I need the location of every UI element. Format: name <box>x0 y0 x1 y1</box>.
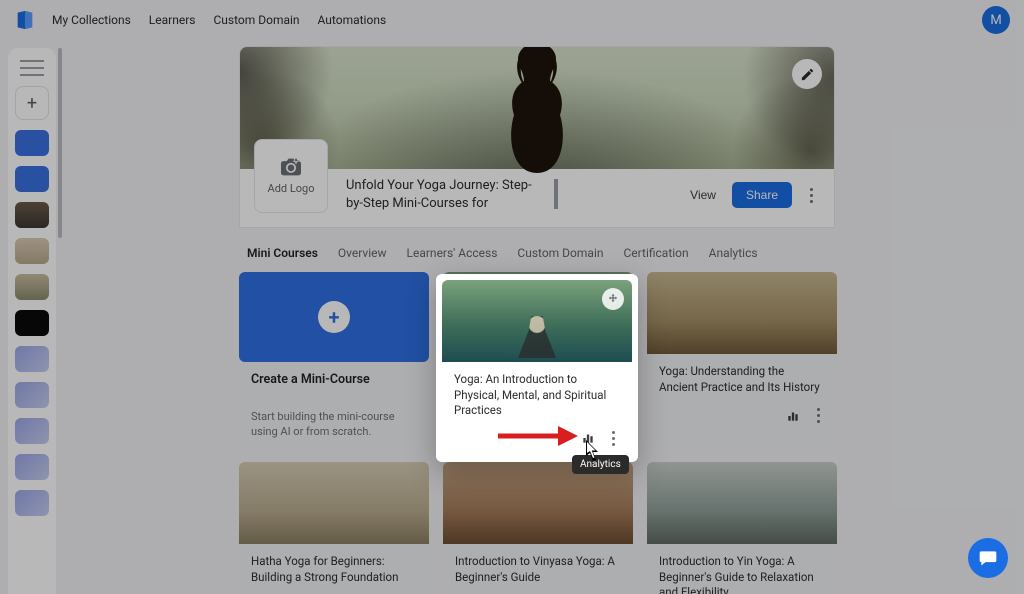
user-avatar[interactable]: M <box>982 6 1010 34</box>
analytics-icon[interactable] <box>785 409 801 423</box>
nav-link-learners[interactable]: Learners <box>149 13 196 27</box>
pencil-icon <box>800 67 815 82</box>
share-button[interactable]: Share <box>732 182 792 208</box>
sidebar-thumb[interactable] <box>15 382 49 408</box>
annotation-arrow <box>498 424 578 448</box>
course-title: Hatha Yoga for Beginners: Building a Str… <box>251 554 417 586</box>
course-thumbnail <box>647 462 837 544</box>
course-title: Introduction to Vinyasa Yoga: A Beginner… <box>455 554 621 586</box>
add-logo-label: Add Logo <box>268 182 315 195</box>
chat-fab-button[interactable] <box>968 538 1008 578</box>
hamburger-icon[interactable] <box>20 60 44 76</box>
sidebar-thumb[interactable] <box>15 418 49 444</box>
course-thumbnail <box>647 272 837 354</box>
camera-plus-icon <box>281 158 301 176</box>
tab-overview[interactable]: Overview <box>338 244 387 262</box>
nav-links: My Collections Learners Custom Domain Au… <box>52 13 386 27</box>
course-title: Introduction to Yin Yoga: A Beginner's G… <box>659 554 825 594</box>
nav-link-my-collections[interactable]: My Collections <box>52 13 131 27</box>
collection-title[interactable]: Unfold Your Yoga Journey: Step-by-Step M… <box>346 169 536 213</box>
tab-certification[interactable]: Certification <box>624 244 689 262</box>
edit-banner-button[interactable] <box>792 59 822 89</box>
sidebar-thumb[interactable] <box>15 166 49 192</box>
course-title: Yoga: An Introduction to Physical, Menta… <box>454 372 620 419</box>
more-options-button[interactable] <box>802 188 820 203</box>
add-logo-button[interactable]: Add Logo <box>254 139 328 213</box>
sidebar-thumb[interactable] <box>15 454 49 480</box>
course-card[interactable]: Hatha Yoga for Beginners: Building a Str… <box>239 462 429 594</box>
course-thumbnail <box>443 462 633 544</box>
sidebar-thumb[interactable] <box>15 346 49 372</box>
create-course-card[interactable]: + Create a Mini-Course Start building th… <box>239 272 429 448</box>
sidebar-thumb[interactable] <box>15 490 49 516</box>
sidebar-thumb[interactable] <box>15 202 49 228</box>
sidebar-thumb[interactable] <box>15 310 49 336</box>
drag-handle-icon[interactable] <box>602 288 624 310</box>
app-logo[interactable] <box>14 9 36 31</box>
plus-icon: + <box>318 301 350 333</box>
course-title: Yoga: Understanding the Ancient Practice… <box>659 364 825 396</box>
collection-header: Add Logo Unfold Your Yoga Journey: Step-… <box>239 46 835 228</box>
topbar: My Collections Learners Custom Domain Au… <box>0 0 1024 40</box>
tab-mini-courses[interactable]: Mini Courses <box>247 244 318 262</box>
tab-analytics[interactable]: Analytics <box>709 244 758 262</box>
tabs: Mini Courses Overview Learners' Access C… <box>239 228 835 272</box>
tab-learners-access[interactable]: Learners' Access <box>407 244 498 262</box>
nav-link-automations[interactable]: Automations <box>318 13 387 27</box>
course-card[interactable]: Introduction to Vinyasa Yoga: A Beginner… <box>443 462 633 594</box>
sidebar-thumb[interactable] <box>15 130 49 156</box>
course-thumbnail <box>442 280 632 362</box>
card-more-button[interactable] <box>809 408 827 423</box>
nav-link-custom-domain[interactable]: Custom Domain <box>213 13 299 27</box>
card-more-button[interactable] <box>604 431 622 446</box>
text-cursor <box>554 179 558 209</box>
tab-custom-domain[interactable]: Custom Domain <box>517 244 603 262</box>
course-thumbnail <box>239 462 429 544</box>
create-card-subtitle: Start building the mini-course using AI … <box>251 410 417 440</box>
view-button[interactable]: View <box>684 182 722 208</box>
sidebar-thumb[interactable] <box>15 274 49 300</box>
create-card-title: Create a Mini-Course <box>251 372 417 404</box>
chat-icon <box>978 548 998 568</box>
sidebar-thumb[interactable] <box>15 238 49 264</box>
sidebar-add-button[interactable]: + <box>15 86 49 120</box>
cursor-pointer-icon <box>585 440 603 466</box>
banner-image <box>240 47 834 169</box>
sidebar: + <box>8 48 56 594</box>
course-card[interactable]: Yoga: Understanding the Ancient Practice… <box>647 272 837 448</box>
sidebar-scrollbar[interactable] <box>58 48 62 594</box>
banner-silhouette <box>452 46 622 173</box>
course-card[interactable]: Introduction to Yin Yoga: A Beginner's G… <box>647 462 837 594</box>
